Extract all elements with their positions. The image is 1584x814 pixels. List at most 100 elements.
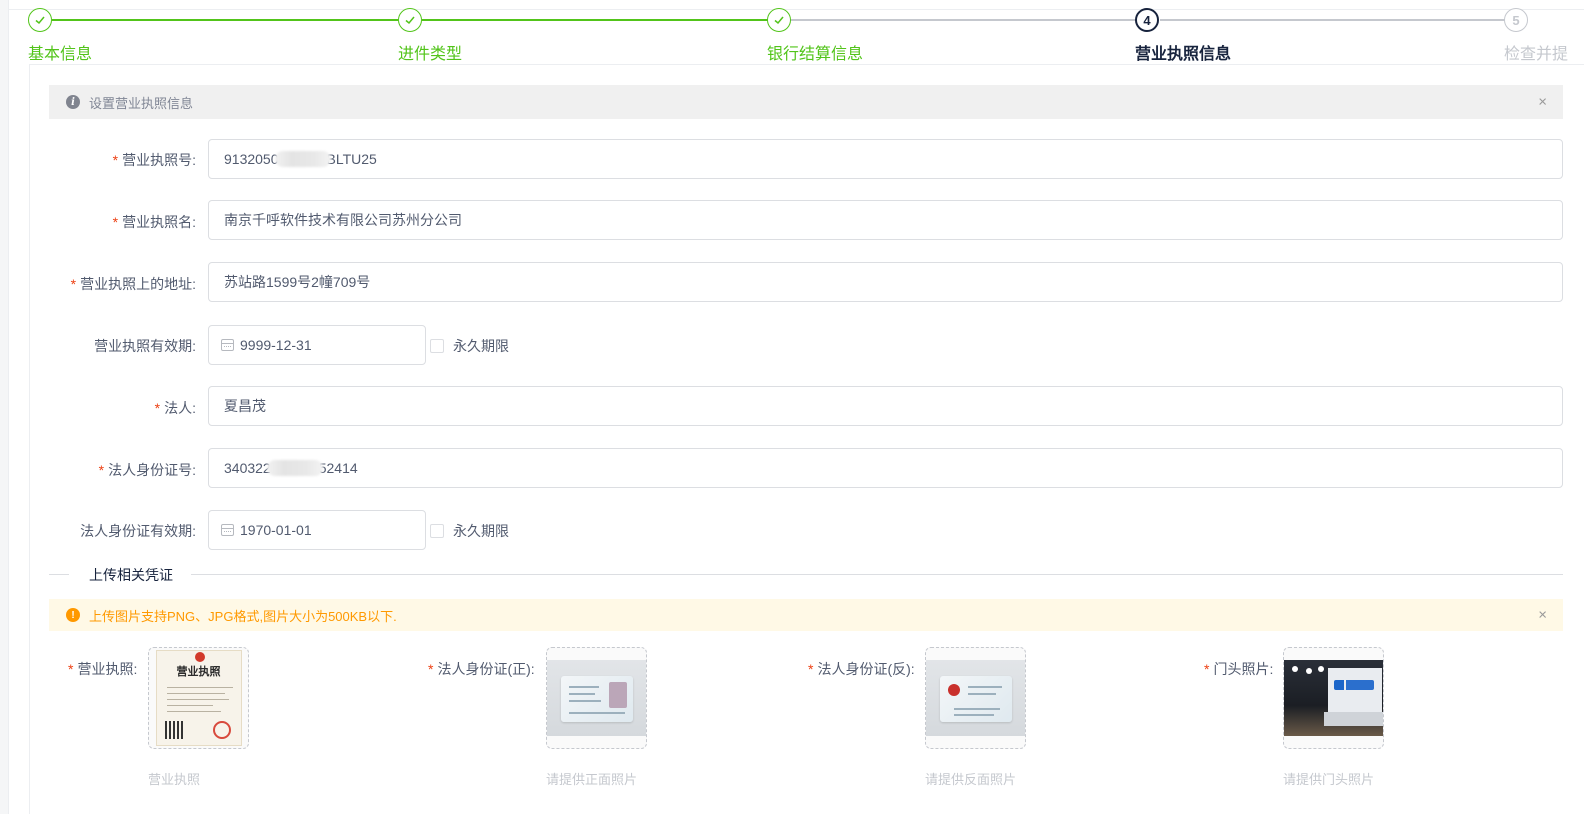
national-emblem-icon xyxy=(948,684,960,696)
checkbox-box[interactable] xyxy=(430,339,444,353)
text-line xyxy=(968,686,1002,688)
license-permanent-checkbox[interactable]: 永久期限 xyxy=(430,336,509,356)
upload-id-back-label-text: 法人身份证(反): xyxy=(817,661,915,677)
reception-desk xyxy=(1324,712,1383,726)
ceiling-lights xyxy=(1292,666,1298,672)
legal-person-label-text: 法人: xyxy=(164,400,196,416)
license-name-label-text: 营业执照名: xyxy=(122,214,196,230)
id-back-thumbnail xyxy=(926,660,1025,736)
upload-license-caption: 营业执照 xyxy=(148,772,201,787)
required-mark: * xyxy=(68,661,74,677)
legal-id-value-end: 52414 xyxy=(318,460,358,476)
step-5-title: 检查并提 xyxy=(1504,46,1569,63)
close-icon[interactable]: × xyxy=(1538,94,1547,111)
step-4-title: 营业执照信息 xyxy=(1135,46,1232,63)
text-line xyxy=(569,686,599,688)
divider-right xyxy=(191,574,1563,575)
upload-id-front-caption: 请提供正面照片 xyxy=(546,772,638,787)
text-line xyxy=(166,711,221,712)
license-thumbnail: 营业执照 xyxy=(155,650,242,746)
top-rule xyxy=(9,9,1584,10)
upload-id-back-box[interactable] xyxy=(925,647,1026,749)
id-card-image xyxy=(561,676,633,722)
license-validity-label: 营业执照有效期: xyxy=(94,338,196,354)
legal-id-permanent-checkbox[interactable]: 永久期限 xyxy=(430,521,509,541)
id-card-image xyxy=(940,676,1012,722)
step-4-number: 4 xyxy=(1135,8,1159,32)
step-connector-3 xyxy=(791,19,1136,21)
warning-alert: ! 上传图片支持PNG、JPG格式,图片大小为500KB以下. × xyxy=(49,599,1563,631)
required-mark: * xyxy=(112,214,119,230)
upload-id-back-label: * 法人身份证(反): xyxy=(808,659,915,679)
legal-id-permanent-label: 永久期限 xyxy=(453,523,509,539)
text-line xyxy=(968,693,996,695)
upload-license-label: * 营业执照: xyxy=(68,659,137,679)
license-no-input[interactable]: 9132050 BLTU25 xyxy=(208,139,1563,179)
license-name-input[interactable]: 南京千呼软件技术有限公司苏州分公司 xyxy=(208,200,1563,240)
text-line xyxy=(166,693,225,694)
step-2-check-icon xyxy=(398,8,422,32)
qr-code-icon xyxy=(164,721,183,739)
info-alert: i 设置营业执照信息 × xyxy=(49,85,1563,119)
license-validity-datepicker[interactable]: 9999-12-31 xyxy=(208,325,426,365)
step-2-title: 进件类型 xyxy=(398,46,463,63)
seal-icon xyxy=(212,721,231,739)
info-alert-text: 设置营业执照信息 xyxy=(89,95,194,111)
text-line xyxy=(569,693,595,695)
step-3-title: 银行结算信息 xyxy=(767,46,864,63)
upload-shop-box[interactable] xyxy=(1283,647,1384,749)
emblem-icon xyxy=(194,652,205,662)
required-mark: * xyxy=(428,661,434,677)
step-1-title: 基本信息 xyxy=(28,46,93,63)
legal-id-validity-label: 法人身份证有效期: xyxy=(80,523,196,539)
license-permanent-label: 永久期限 xyxy=(453,338,509,354)
text-line xyxy=(954,714,994,716)
warning-icon: ! xyxy=(66,608,80,622)
text-line xyxy=(569,712,625,714)
step-3-check-icon xyxy=(767,8,791,32)
redaction-blur xyxy=(274,151,331,167)
step-connector-4 xyxy=(1160,19,1505,21)
upload-license-box[interactable]: 营业执照 xyxy=(148,647,249,749)
legal-id-no-label: * 法人身份证号: xyxy=(99,460,196,480)
upload-id-front-box[interactable] xyxy=(546,647,647,749)
legal-id-validity-datepicker[interactable]: 1970-01-01 xyxy=(208,510,426,550)
calendar-icon xyxy=(221,339,234,351)
required-mark: * xyxy=(154,400,161,416)
required-mark: * xyxy=(1204,661,1210,677)
license-address-input[interactable]: 苏站路1599号2幢709号 xyxy=(208,262,1563,302)
portrait-photo xyxy=(609,682,627,708)
required-mark: * xyxy=(808,661,814,677)
required-mark: * xyxy=(98,462,105,478)
license-address-label-text: 营业执照上的地址: xyxy=(80,276,196,292)
license-no-value-end: BLTU25 xyxy=(326,151,377,167)
close-icon[interactable]: × xyxy=(1538,607,1547,624)
step-5-number: 5 xyxy=(1504,8,1528,32)
legal-id-validity-value: 1970-01-01 xyxy=(240,522,312,538)
text-line xyxy=(166,687,233,688)
divider-title: 上传相关凭证 xyxy=(89,567,173,583)
redaction-blur xyxy=(266,460,323,476)
text-line xyxy=(569,700,601,702)
license-no-label: * 营业执照号: xyxy=(113,150,196,170)
upload-shop-caption: 请提供门头照片 xyxy=(1283,772,1375,787)
license-name-label: * 营业执照名: xyxy=(113,212,196,232)
legal-id-no-input[interactable]: 340322 52414 xyxy=(208,448,1563,488)
step-connector-2 xyxy=(422,19,768,21)
checkbox-box[interactable] xyxy=(430,524,444,538)
legal-person-input[interactable]: 夏昌茂 xyxy=(208,386,1563,426)
upload-id-back-caption: 请提供反面照片 xyxy=(925,772,1017,787)
license-validity-value: 9999-12-31 xyxy=(240,337,312,353)
license-no-value-start: 9132050 xyxy=(224,151,279,167)
id-front-thumbnail xyxy=(547,660,646,736)
warning-alert-text: 上传图片支持PNG、JPG格式,图片大小为500KB以下. xyxy=(89,608,397,624)
text-line xyxy=(166,699,229,700)
shop-front-thumbnail xyxy=(1284,660,1383,736)
upload-shop-label-text: 门头照片: xyxy=(1213,661,1274,677)
left-gutter xyxy=(0,0,9,814)
step-1-check-icon xyxy=(28,8,52,32)
required-mark: * xyxy=(112,152,119,168)
legal-id-value-start: 340322 xyxy=(224,460,271,476)
text-line xyxy=(954,708,1000,710)
legal-person-label: * 法人: xyxy=(155,398,196,418)
